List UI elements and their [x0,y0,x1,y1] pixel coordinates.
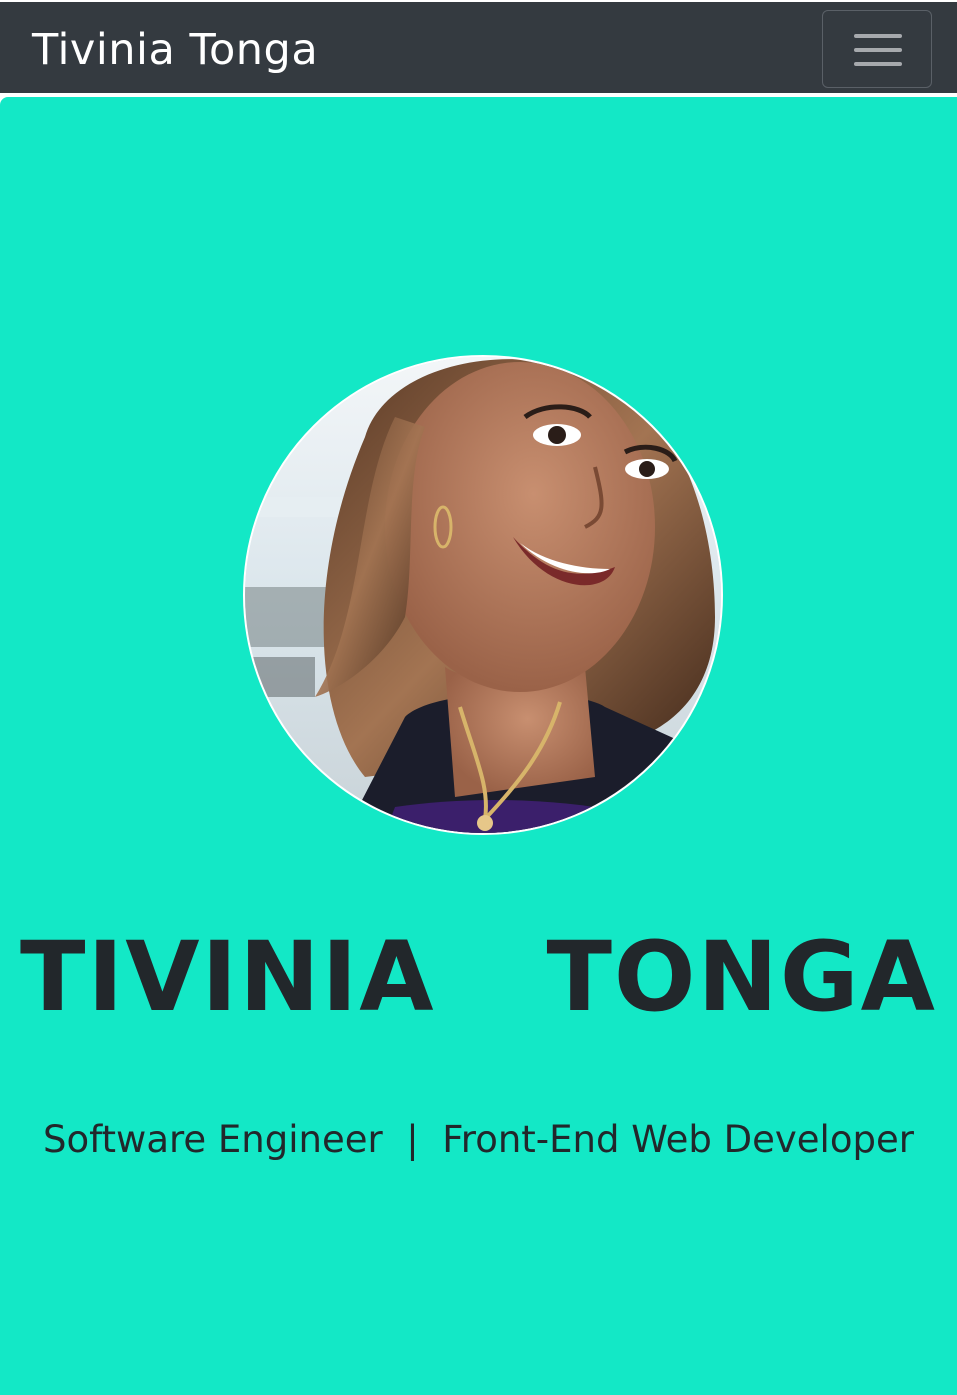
hero-tagline: Software Engineer | Front-End Web Develo… [43,1118,914,1161]
navbar-brand[interactable]: Tivinia Tonga [32,22,318,78]
navbar-toggle-button[interactable] [822,10,932,88]
hero-section: TIVINIA TONGA Software Engineer | Front-… [0,97,957,1395]
hero-name-heading: TIVINIA TONGA [20,921,937,1033]
top-navbar: Tivinia Tonga [0,0,957,93]
profile-photo [243,355,723,835]
